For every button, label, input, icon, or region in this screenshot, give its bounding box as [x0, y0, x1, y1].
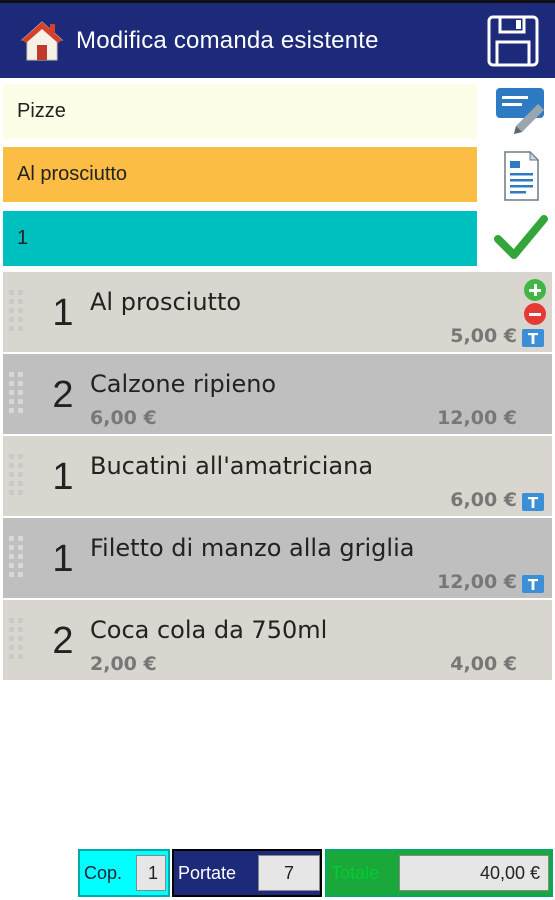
item-name: Al prosciutto [90, 288, 242, 316]
drag-handle-icon[interactable] [9, 618, 31, 662]
coperti-box: Cop. 1 [78, 849, 170, 897]
item-quantity: 1 [52, 456, 74, 498]
category-value: Pizze [17, 100, 66, 122]
item-quantity: 2 [52, 374, 74, 416]
drag-handle-icon[interactable] [9, 536, 31, 580]
drag-handle-icon[interactable] [9, 372, 31, 416]
increase-quantity-icon[interactable] [524, 279, 546, 301]
list-item[interactable]: 2 Calzone ripieno 6,00 € 12,00 € [3, 354, 552, 434]
product-selector[interactable]: Al prosciutto [3, 147, 477, 202]
order-items-list: 1 Al prosciutto 5,00 € T 2 Calzone ripieno 6,0… [3, 272, 552, 682]
edit-note-icon[interactable] [492, 84, 550, 142]
product-value: Al prosciutto [17, 163, 128, 185]
item-quantity: 1 [52, 538, 74, 580]
takeaway-badge-icon: T [522, 575, 544, 593]
save-icon[interactable] [486, 14, 540, 68]
totale-label: Totale [331, 862, 380, 883]
document-icon[interactable] [492, 147, 550, 205]
item-unit-price: 2,00 € [90, 653, 157, 675]
quantity-value: 1 [17, 227, 29, 249]
item-name: Bucatini all'amatriciana [90, 452, 374, 480]
list-item[interactable]: 1 Al prosciutto 5,00 € T [3, 272, 552, 352]
app-screen: Modifica comanda esistente Pizze Al pros… [0, 0, 555, 900]
badge-label: T [528, 330, 539, 347]
item-name: Filetto di manzo alla griglia [90, 534, 415, 562]
category-selector[interactable]: Pizze [3, 84, 477, 139]
badge-label: T [528, 576, 539, 593]
item-total: 6,00 € [450, 489, 517, 511]
top-bar: Modifica comanda esistente [0, 0, 555, 78]
item-total: 4,00 € [450, 653, 517, 675]
item-total: 12,00 € [437, 571, 517, 593]
item-total: 5,00 € [450, 325, 517, 347]
takeaway-badge-icon: T [522, 493, 544, 511]
quantity-selector[interactable]: 1 [3, 211, 477, 266]
portate-box: Portate 7 [172, 849, 322, 897]
page-title: Modifica comanda esistente [76, 27, 379, 54]
decrease-quantity-icon[interactable] [524, 303, 546, 325]
portate-value: 7 [258, 855, 320, 891]
item-unit-price: 6,00 € [90, 407, 157, 429]
list-item[interactable]: 1 Filetto di manzo alla griglia 12,00 € T [3, 518, 552, 598]
item-total: 12,00 € [437, 407, 517, 429]
coperti-value[interactable]: 1 [136, 855, 166, 891]
totale-box: Totale 40,00 € [325, 849, 553, 897]
checkmark-icon[interactable] [492, 209, 550, 267]
drag-handle-icon[interactable] [9, 290, 31, 334]
list-item[interactable]: 1 Bucatini all'amatriciana 6,00 € T [3, 436, 552, 516]
list-item[interactable]: 2 Coca cola da 750ml 2,00 € 4,00 € [3, 600, 552, 680]
item-name: Calzone ripieno [90, 370, 277, 398]
item-quantity: 2 [52, 620, 74, 662]
coperti-label: Cop. [84, 862, 123, 883]
badge-label: T [528, 494, 539, 511]
takeaway-badge-icon: T [522, 329, 544, 347]
home-icon[interactable] [20, 19, 64, 63]
portate-label: Portate [178, 862, 237, 883]
drag-handle-icon[interactable] [9, 454, 31, 498]
item-name: Coca cola da 750ml [90, 616, 328, 644]
item-quantity: 1 [52, 292, 74, 334]
totale-value: 40,00 € [399, 855, 549, 891]
